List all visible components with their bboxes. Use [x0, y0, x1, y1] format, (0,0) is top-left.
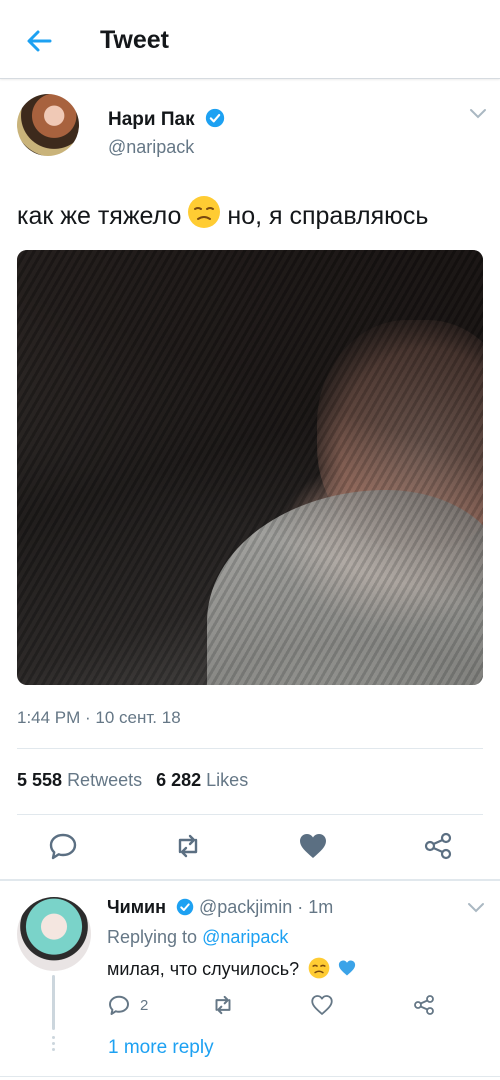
thread-dot — [52, 1048, 55, 1051]
back-arrow-icon[interactable] — [22, 24, 56, 58]
retweets-label: Retweets — [67, 770, 143, 790]
reply-like-action[interactable] — [310, 992, 334, 1018]
sad-face-emoji — [188, 196, 221, 228]
retweets-stat[interactable]: 5 558 Retweets — [17, 770, 142, 790]
tweet-text-part-1: как же тяжело — [17, 202, 182, 230]
retweet-icon — [215, 995, 231, 1015]
divider — [17, 814, 483, 815]
reply-retweet-action[interactable] — [210, 992, 236, 1018]
photo-hair-texture — [17, 250, 483, 685]
reply-icon[interactable] — [47, 830, 79, 862]
tweet-text: как же тяжело но, я справляюсь — [17, 195, 428, 231]
reply-share-action[interactable] — [412, 992, 436, 1018]
more-replies-link[interactable]: 1 more reply — [108, 1037, 214, 1059]
reply-text: милая, что случилось? — [107, 957, 357, 980]
reply-reply-action[interactable]: 2 — [107, 992, 148, 1018]
likes-count: 6 282 — [156, 770, 202, 790]
tweet-timestamp: 1:44 PM · 10 сент. 18 — [17, 708, 181, 727]
section-divider — [0, 879, 500, 881]
chevron-down-icon[interactable] — [466, 900, 486, 914]
tweet-text-part-2: но, я справляюсь — [227, 202, 429, 230]
share-icon[interactable] — [422, 830, 454, 862]
chevron-down-icon[interactable] — [468, 106, 488, 120]
reply-handle-time: @packjimin · 1m — [199, 897, 334, 917]
retweets-count: 5 558 — [17, 770, 63, 790]
sad-face-emoji — [308, 957, 330, 979]
like-icon[interactable] — [297, 830, 329, 862]
share-icon — [414, 995, 434, 1015]
verified-badge-icon — [176, 898, 194, 916]
reply-author-name[interactable]: Чимин — [107, 897, 166, 917]
author-handle[interactable]: @naripack — [108, 137, 194, 158]
blue-heart-emoji — [339, 960, 356, 976]
bottom-divider — [0, 1076, 500, 1077]
thread-dot — [52, 1042, 55, 1045]
author-name[interactable]: Нари Пак — [108, 109, 195, 130]
thread-line — [52, 975, 55, 1030]
like-icon — [311, 995, 333, 1015]
page-title: Tweet — [100, 26, 169, 54]
likes-label: Likes — [206, 770, 249, 790]
verified-badge-icon — [205, 108, 225, 128]
replying-to-handle[interactable]: @naripack — [202, 927, 288, 947]
author-name-row[interactable]: Нари Пак — [108, 108, 225, 131]
reply-count: 2 — [140, 996, 149, 1014]
author-avatar[interactable] — [17, 94, 79, 156]
replying-to: Replying to @naripack — [107, 927, 288, 948]
reply-author-avatar[interactable] — [17, 897, 91, 971]
thread-dot — [52, 1036, 55, 1039]
reply-text-body: милая, что случилось? — [107, 959, 300, 979]
retweet-icon[interactable] — [172, 830, 204, 862]
tweet-photo[interactable] — [17, 250, 483, 685]
reply-icon — [109, 995, 129, 1015]
top-app-bar: Tweet — [0, 0, 500, 79]
reply-header: Чимин @packjimin · 1m — [107, 897, 333, 918]
likes-stat[interactable]: 6 282 Likes — [156, 770, 248, 790]
tweet-stats: 5 558 Retweets 6 282 Likes — [17, 770, 248, 791]
divider — [17, 748, 483, 749]
replying-to-label: Replying to — [107, 927, 198, 947]
